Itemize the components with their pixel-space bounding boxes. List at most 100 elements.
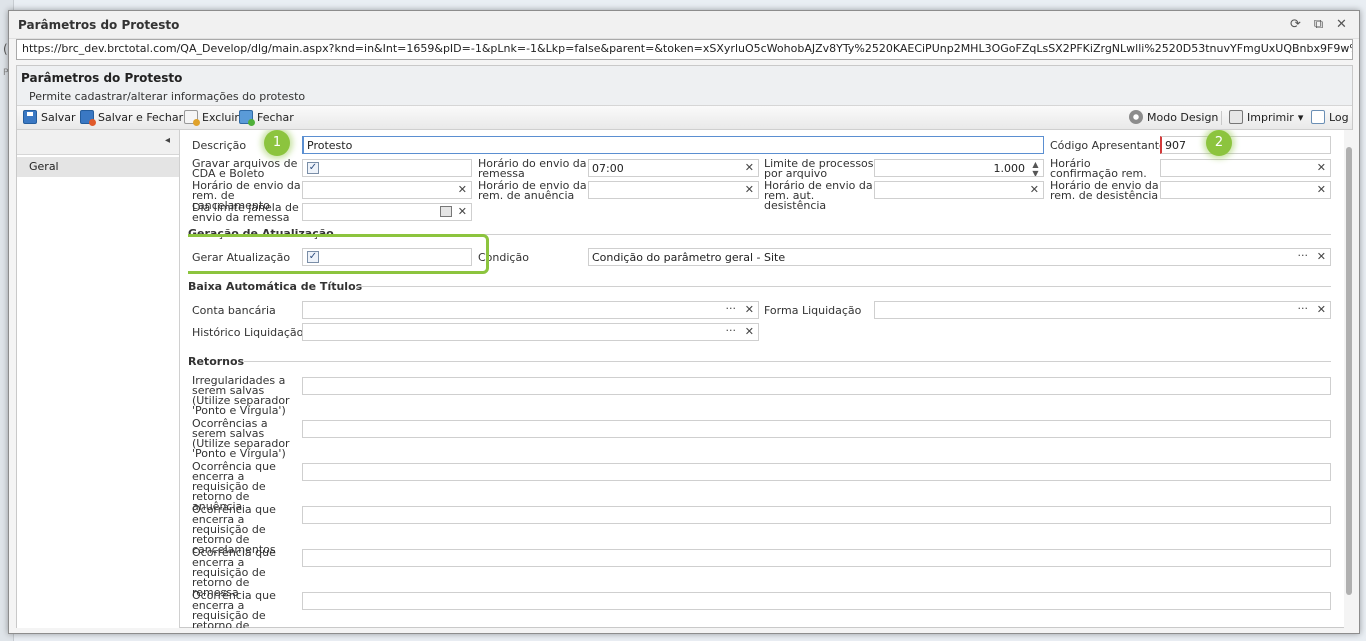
print-button[interactable]: Imprimir ▾: [1229, 110, 1303, 124]
retorno-input[interactable]: [302, 463, 1331, 481]
refresh-icon[interactable]: ⟳: [1288, 17, 1303, 32]
dialog-window: Parâmetros do Protesto ⟳ ⧉ ✕ https://brc…: [8, 10, 1360, 634]
retorno-input[interactable]: [302, 506, 1331, 524]
sidebar: ◂ Geral: [17, 130, 180, 628]
save-close-label: Salvar e Fechar: [98, 110, 184, 124]
content-panel: Parâmetros do Protesto Permite cadastrar…: [16, 65, 1354, 628]
gravar-arquivos-label: Gravar arquivos de CDA e Boleto: [192, 157, 298, 180]
chevron-down-icon[interactable]: ▾: [1298, 111, 1304, 124]
section-baixa-automatica: Baixa Automática de Títulos: [188, 280, 363, 293]
descricao-input[interactable]: Protesto: [302, 136, 1044, 154]
page-title: Parâmetros do Protesto: [21, 71, 183, 85]
gear-icon: [1129, 110, 1143, 124]
design-mode-button[interactable]: Modo Design: [1129, 110, 1218, 124]
ellipsis-icon[interactable]: ···: [726, 302, 737, 315]
codigo-apresentante-value: 907: [1165, 139, 1186, 152]
section-divider: [244, 361, 1331, 362]
limite-processos-label: Limite de processos por arquivo: [764, 157, 874, 180]
dia-limite-janela-label: Dia limite janela de envio da remessa: [192, 201, 299, 224]
ellipsis-icon[interactable]: ···: [1298, 249, 1309, 262]
horario-envio-desistencia-label: Horário de envio da rem. de desistência: [1050, 179, 1159, 202]
url-bar[interactable]: https://brc_dev.brctotal.com/QA_Develop/…: [16, 39, 1353, 60]
clear-icon[interactable]: ✕: [458, 205, 467, 218]
save-icon: [23, 110, 37, 124]
dialog-title: Parâmetros do Protesto: [18, 18, 180, 32]
vertical-scrollbar[interactable]: [1344, 130, 1354, 628]
page-subtitle: Permite cadastrar/alterar informações do…: [29, 90, 306, 103]
clear-icon[interactable]: ✕: [745, 325, 754, 338]
ellipsis-icon[interactable]: ···: [1298, 302, 1309, 315]
log-button[interactable]: Log: [1311, 110, 1349, 124]
save-close-button[interactable]: Salvar e Fechar: [80, 110, 184, 126]
annotation-badge-1: 1: [264, 130, 290, 156]
section-retornos: Retornos: [188, 355, 245, 368]
condicao-lookup[interactable]: Condição do parâmetro geral - Site ··· ✕: [588, 248, 1331, 266]
condicao-value: Condição do parâmetro geral - Site: [592, 251, 786, 264]
retorno-label: Ocorrência que encerra a requisição de r…: [192, 589, 276, 628]
clear-icon[interactable]: ✕: [745, 183, 754, 196]
retorno-input[interactable]: [302, 377, 1331, 395]
retorno-label: Irregularidades a serem salvas (Utilize …: [192, 374, 290, 417]
scrollbar-thumb[interactable]: [1346, 147, 1352, 595]
gravar-arquivos-checkbox[interactable]: ✓: [307, 162, 319, 174]
codigo-apresentante-label: Código Apresentante: [1050, 139, 1166, 152]
retorno-label: Ocorrências a serem salvas (Utilize sepa…: [192, 417, 290, 460]
clear-icon[interactable]: ✕: [745, 161, 754, 174]
clear-icon[interactable]: ✕: [1317, 183, 1326, 196]
save-button[interactable]: Salvar: [23, 110, 76, 124]
delete-button[interactable]: Excluir: [184, 110, 239, 126]
dialog-titlebar: Parâmetros do Protesto ⟳ ⧉ ✕: [9, 11, 1359, 39]
limite-processos-input[interactable]: 1.000 ▲▼: [874, 159, 1044, 177]
clear-icon[interactable]: ✕: [1317, 303, 1326, 316]
ellipsis-icon[interactable]: ···: [726, 324, 737, 337]
close-icon[interactable]: ✕: [1334, 17, 1349, 32]
retorno-input[interactable]: [302, 549, 1331, 567]
sidebar-item-geral[interactable]: Geral: [17, 157, 179, 177]
print-label: Imprimir: [1247, 110, 1294, 124]
descricao-value: Protesto: [307, 139, 353, 152]
collapse-icon[interactable]: ◂: [165, 135, 170, 146]
sidebar-header: ◂: [17, 130, 179, 155]
conta-bancaria-lookup[interactable]: ··· ✕: [302, 301, 759, 319]
delete-label: Excluir: [202, 110, 239, 124]
horario-confirmacao-label: Horário confirmação rem.: [1050, 157, 1147, 180]
popout-icon[interactable]: ⧉: [1311, 17, 1326, 32]
printer-icon: [1229, 110, 1243, 124]
log-icon: [1311, 110, 1325, 124]
toolbar: Salvar Salvar e Fechar Excluir Fechar Mo…: [17, 106, 1352, 130]
codigo-apresentante-input[interactable]: 907: [1160, 136, 1331, 154]
horario-confirmacao-input[interactable]: ✕: [1160, 159, 1331, 177]
historico-liquidacao-lookup[interactable]: ··· ✕: [302, 323, 759, 341]
annotation-badge-2: 2: [1206, 130, 1232, 156]
horario-envio-remessa-input[interactable]: 07:00 ✕: [588, 159, 759, 177]
spin-icon[interactable]: ▲▼: [1031, 160, 1040, 176]
clear-icon[interactable]: ✕: [1317, 161, 1326, 174]
dia-limite-janela-input[interactable]: ✕: [302, 203, 472, 221]
horario-envio-anuencia-label: Horário de envio da rem. de anuência: [478, 179, 587, 202]
horario-envio-anuencia-input[interactable]: ✕: [588, 181, 759, 199]
forma-liquidacao-lookup[interactable]: ··· ✕: [874, 301, 1331, 319]
save-label: Salvar: [41, 110, 76, 124]
close-button[interactable]: Fechar: [239, 110, 294, 126]
calendar-icon[interactable]: [440, 206, 452, 217]
horario-envio-cancelamento-input[interactable]: ✕: [302, 181, 472, 199]
clear-icon[interactable]: ✕: [745, 303, 754, 316]
forma-liquidacao-label: Forma Liquidação: [764, 304, 862, 317]
annotation-highlight-box: [188, 234, 489, 274]
delete-icon: [184, 110, 200, 126]
close-label: Fechar: [257, 110, 294, 124]
form-area: Descrição Protesto Código Apresentante 9…: [188, 130, 1334, 628]
horario-envio-remessa-label: Horário do envio da remessa: [478, 157, 587, 180]
toolbar-divider: [1221, 111, 1222, 125]
retorno-input[interactable]: [302, 592, 1331, 610]
horario-envio-remessa-value: 07:00: [592, 162, 624, 175]
historico-liquidacao-label: Histórico Liquidação: [192, 326, 304, 339]
limite-processos-value: 1.000: [993, 162, 1026, 175]
clear-icon[interactable]: ✕: [1317, 250, 1326, 263]
section-divider: [356, 286, 1331, 287]
retorno-input[interactable]: [302, 420, 1331, 438]
horario-envio-desistencia-input[interactable]: ✕: [1160, 181, 1331, 199]
clear-icon[interactable]: ✕: [1030, 183, 1039, 196]
clear-icon[interactable]: ✕: [458, 183, 467, 196]
horario-envio-aut-desistencia-input[interactable]: ✕: [874, 181, 1044, 199]
